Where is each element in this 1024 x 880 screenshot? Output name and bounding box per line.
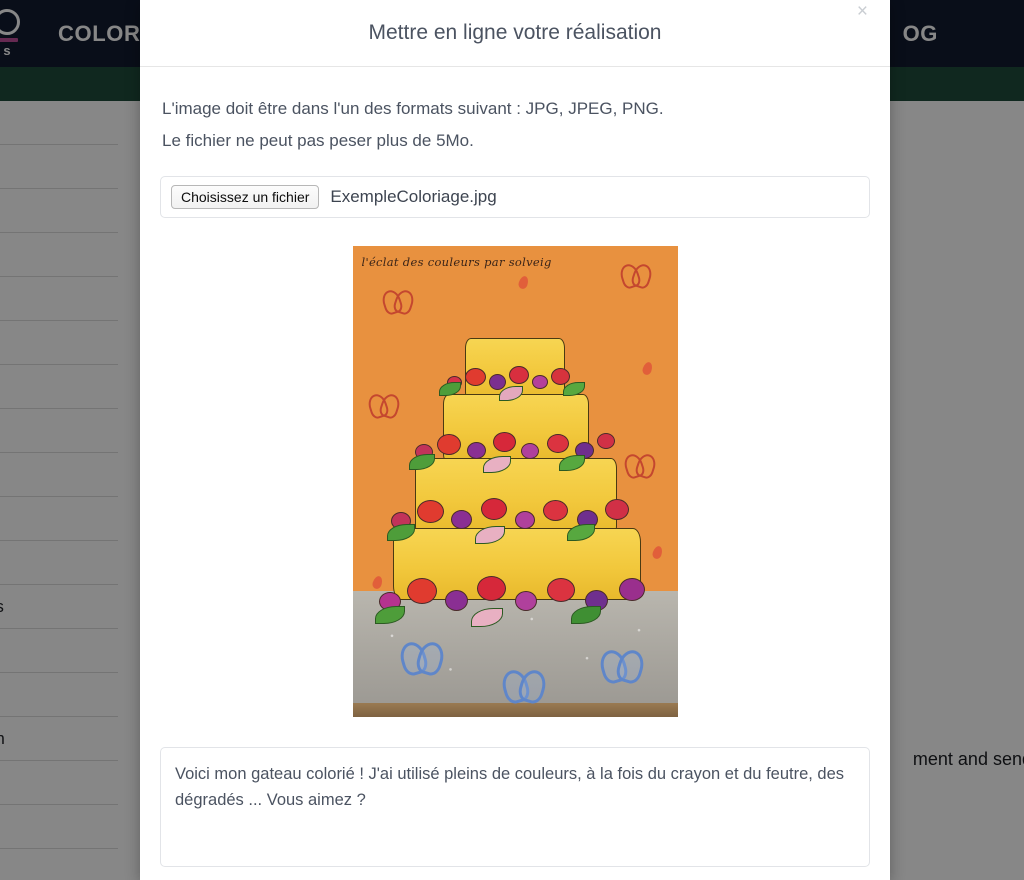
butterfly-icon — [383, 290, 413, 312]
screen: s COLORIA OG ncas ation ment and — [0, 0, 1024, 880]
file-input-row[interactable]: Choisissez un fichier ExempleColoriage.j… — [160, 175, 870, 218]
size-instruction: Le fichier ne peut pas peser plus de 5Mo… — [162, 131, 474, 151]
butterfly-icon — [401, 642, 443, 672]
caption-container — [140, 746, 890, 872]
butterfly-icon — [503, 670, 545, 700]
format-instruction: L'image doit être dans l'un des formats … — [162, 99, 664, 118]
modal-title: Mettre en ligne votre réalisation — [368, 21, 662, 44]
uploaded-image-preview: l'éclat des couleurs par solveig — [352, 245, 678, 717]
cake-tier — [414, 457, 617, 536]
image-preview-container: l'éclat des couleurs par solveig — [160, 245, 870, 717]
selected-file-name: ExempleColoriage.jpg — [330, 186, 497, 206]
upload-modal: Mettre en ligne votre réalisation × L'im… — [140, 0, 890, 880]
modal-header: Mettre en ligne votre réalisation × — [140, 0, 890, 67]
artwork-signature: l'éclat des couleurs par solveig — [361, 254, 552, 269]
butterfly-icon — [625, 454, 655, 476]
cake-tier — [442, 393, 589, 464]
modal-body: L'image doit être dans l'un des formats … — [140, 67, 890, 717]
butterfly-icon — [369, 394, 399, 416]
choose-file-button[interactable]: Choisissez un fichier — [171, 184, 320, 209]
close-icon[interactable]: × — [853, 0, 872, 23]
butterfly-icon — [621, 264, 651, 286]
butterfly-icon — [601, 650, 643, 680]
cake-tier — [392, 527, 641, 600]
artwork-floor — [352, 702, 678, 717]
cake-tier — [464, 337, 565, 402]
caption-textarea[interactable] — [160, 746, 870, 867]
